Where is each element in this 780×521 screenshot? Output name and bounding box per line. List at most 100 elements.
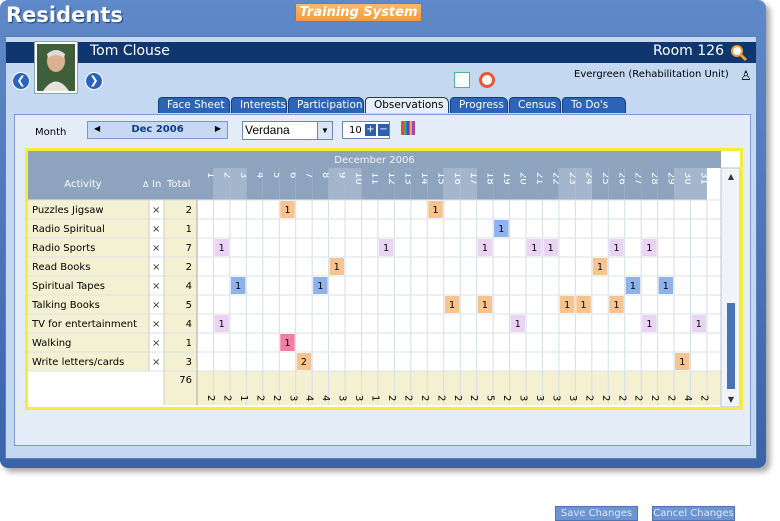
day-total: 2 <box>649 395 660 401</box>
footer-blank <box>28 371 164 405</box>
observation-count: 1 <box>548 243 554 254</box>
observation-count: 1 <box>433 205 439 216</box>
day-total: 2 <box>666 395 677 401</box>
remove-icon: × <box>152 243 160 254</box>
day-total: 2 <box>583 395 594 401</box>
size-decrease-button[interactable]: − <box>378 124 389 136</box>
row-total: 5 <box>186 300 192 311</box>
tab-observations[interactable]: Observations <box>365 97 449 113</box>
day-total: 3 <box>550 395 561 401</box>
observation-count: 1 <box>449 300 455 311</box>
remove-icon: × <box>152 262 160 273</box>
tab-progress[interactable]: Progress <box>450 97 508 113</box>
day-total: 2 <box>419 395 430 401</box>
day-total: 3 <box>337 395 348 401</box>
observation-count: 1 <box>284 205 290 216</box>
day-total: 1 <box>238 395 249 401</box>
day-total: 2 <box>271 395 282 401</box>
observation-count: 1 <box>219 319 225 330</box>
next-month-icon[interactable]: ▶ <box>215 124 221 133</box>
search-icon[interactable] <box>730 44 748 62</box>
activity-name: Write letters/cards <box>32 357 124 368</box>
observation-count: 1 <box>531 243 537 254</box>
day-total: 4 <box>304 395 315 401</box>
tab-face-sheet[interactable]: Face Sheet <box>158 97 230 113</box>
day-total: 2 <box>501 395 512 401</box>
col-in: In <box>152 179 161 190</box>
resident-photo <box>34 41 78 94</box>
activity-name: Talking Books <box>31 300 100 311</box>
day-total: 2 <box>205 395 216 401</box>
chevron-down-icon[interactable]: ▼ <box>317 122 332 139</box>
lifesaver-icon[interactable] <box>479 72 495 88</box>
scrollbar-thumb[interactable] <box>727 303 735 389</box>
day-total: 5 <box>485 395 496 401</box>
font-size-stepper: 10 + − <box>342 121 390 139</box>
observation-count: 1 <box>663 281 669 292</box>
tab-census[interactable]: Census <box>509 97 561 113</box>
grand-total: 76 <box>179 375 192 386</box>
day-total: 2 <box>699 395 710 401</box>
app-title: Residents <box>6 3 123 27</box>
observation-count: 1 <box>581 300 587 311</box>
day-total: 2 <box>633 395 644 401</box>
scroll-down-icon: ▼ <box>728 395 735 404</box>
remove-icon: × <box>152 319 160 330</box>
day-header-label: 31 <box>699 172 710 185</box>
month-picker: ◀ Dec 2006 ▶ <box>87 121 228 139</box>
observation-count: 1 <box>597 262 603 273</box>
month-value: Dec 2006 <box>131 124 184 135</box>
observation-count: 1 <box>613 300 619 311</box>
prev-resident-button[interactable]: ❮ <box>12 72 30 90</box>
day-total: 3 <box>534 395 545 401</box>
edit-icon[interactable] <box>454 72 470 88</box>
remove-icon: × <box>152 224 160 235</box>
row-total: 4 <box>186 319 192 330</box>
month-label: Month <box>35 127 67 138</box>
size-increase-button[interactable]: + <box>365 124 376 136</box>
observation-count: 1 <box>383 243 389 254</box>
day-total: 3 <box>567 395 578 401</box>
observation-count: 1 <box>515 319 521 330</box>
observation-count: 1 <box>696 319 702 330</box>
grid-banner-title: December 2006 <box>334 155 414 166</box>
save-changes-button[interactable]: Save Changes <box>555 506 638 521</box>
observation-count: 2 <box>301 357 307 368</box>
sort-icon: Δ <box>143 180 149 189</box>
activity-name: TV for entertainment <box>31 319 137 330</box>
observation-count: 1 <box>482 300 488 311</box>
training-badge: Training System <box>295 3 422 22</box>
day-total: 3 <box>353 395 364 401</box>
remove-icon: × <box>152 338 160 349</box>
app-window: Residents Training System Tom Clouse Roo… <box>0 0 766 521</box>
tab-interests[interactable]: Interests <box>231 97 287 113</box>
row-total: 7 <box>186 243 192 254</box>
day-total: 2 <box>468 395 479 401</box>
person-icon: ♙ <box>740 69 752 84</box>
scroll-up-icon: ▲ <box>728 172 735 181</box>
observation-count: 1 <box>235 281 241 292</box>
activity-name: Spiritual Tapes <box>32 281 105 292</box>
day-total: 2 <box>254 395 265 401</box>
day-total: 1 <box>370 395 381 401</box>
activity-name: Walking <box>32 338 71 349</box>
col-activity: Activity <box>64 179 101 190</box>
font-select[interactable]: Verdana ▼ <box>242 121 333 140</box>
cancel-changes-button[interactable]: Cancel Changes <box>652 506 735 521</box>
day-total: 2 <box>452 395 463 401</box>
observation-count: 1 <box>630 281 636 292</box>
day-total: 4 <box>320 395 331 401</box>
row-total: 2 <box>186 262 192 273</box>
day-total: 2 <box>616 395 627 401</box>
tab-participation[interactable]: Participation <box>288 97 364 113</box>
day-total: 4 <box>682 395 693 401</box>
row-total: 3 <box>186 357 192 368</box>
resident-header: Tom Clouse Room 126 <box>6 42 756 63</box>
activity-name: Radio Spiritual <box>32 224 105 235</box>
font-value: Verdana <box>245 123 290 137</box>
activity-name: Radio Sports <box>32 243 95 254</box>
next-resident-button[interactable]: ❯ <box>85 72 103 90</box>
color-palette-icon[interactable] <box>401 121 415 135</box>
tab-to-do-s[interactable]: To Do's <box>562 97 626 113</box>
day-total: 2 <box>435 395 446 401</box>
